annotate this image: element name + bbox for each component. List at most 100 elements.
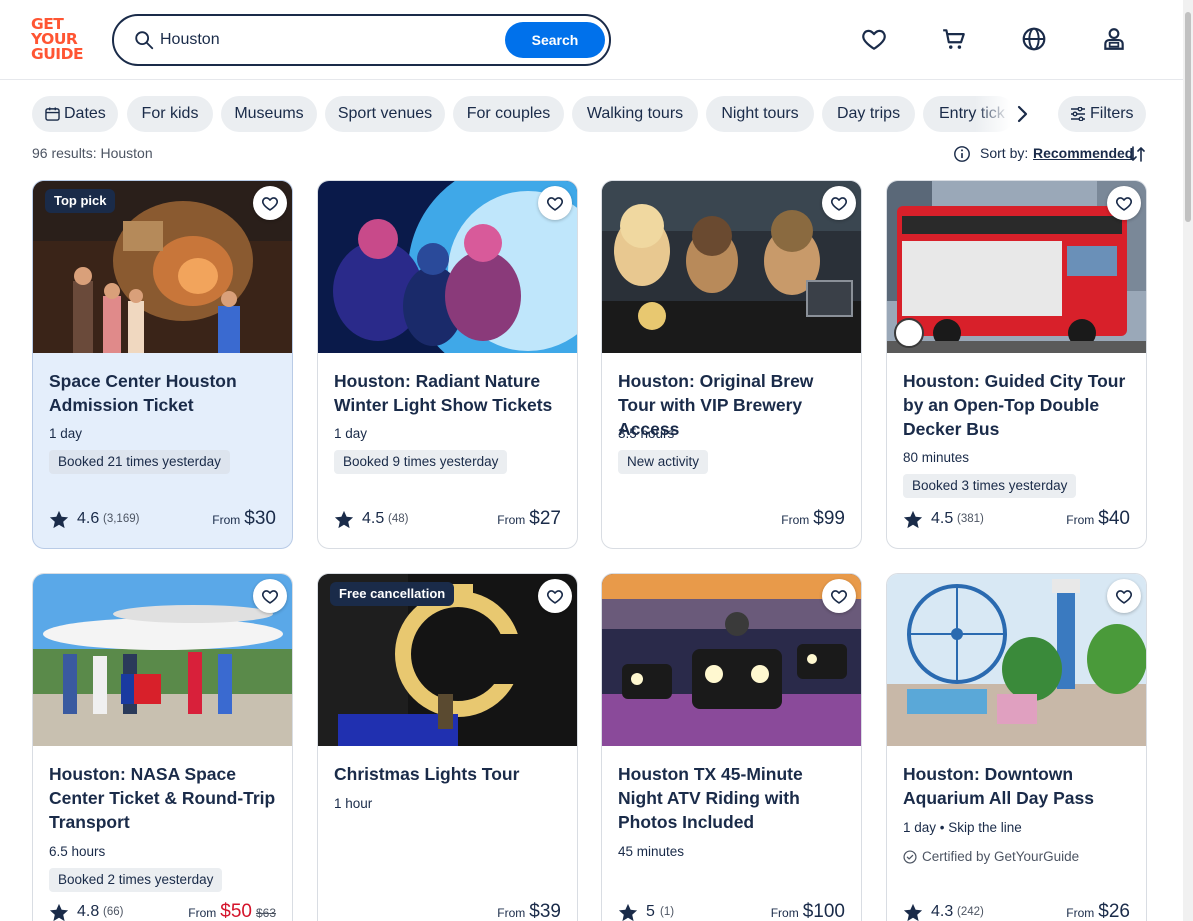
price-amount: $30 (244, 508, 276, 529)
price-from-label: From (770, 906, 799, 920)
star-icon (49, 510, 69, 529)
chip-for-couples[interactable]: For couples (453, 96, 564, 132)
activity-title[interactable]: Space Center Houston Admission Ticket (49, 369, 281, 417)
price-amount: $40 (1098, 508, 1130, 529)
price: From $100 (771, 901, 845, 921)
booked-badge: Booked 2 times yesterday (49, 868, 223, 892)
activity-card[interactable]: Houston: NASA Space Center Ticket & Roun… (32, 573, 293, 921)
booked-badge: Booked 21 times yesterday (49, 450, 230, 474)
info-icon[interactable] (953, 145, 971, 163)
activity-duration: 6.5 hours (49, 844, 106, 859)
activity-duration: 1 hour (334, 796, 373, 811)
activity-title[interactable]: Houston: NASA Space Center Ticket & Roun… (49, 762, 281, 834)
heart-icon (547, 590, 563, 604)
calendar-icon (45, 107, 60, 121)
cart-icon[interactable] (941, 26, 967, 52)
sort-value[interactable]: Recommended (1033, 145, 1133, 161)
top-header: GET YOUR GUIDE Search (0, 0, 1193, 80)
wishlist-button[interactable] (822, 579, 856, 613)
price-from-label: From (1066, 906, 1095, 920)
booked-badge: Booked 3 times yesterday (903, 474, 1077, 498)
chip-for-kids[interactable]: For kids (127, 96, 213, 132)
heart-icon (1116, 590, 1132, 604)
review-count: (66) (103, 906, 124, 918)
heart-icon (547, 197, 563, 211)
search-button[interactable]: Search (505, 22, 605, 58)
activity-card[interactable]: Houston: Guided City Tour by an Open-Top… (886, 180, 1147, 549)
review-count: (3,169) (103, 513, 140, 525)
chip-night-tours[interactable]: Night tours (706, 96, 814, 132)
heart-icon (1116, 197, 1132, 211)
price-amount: $39 (529, 901, 561, 921)
star-icon (334, 510, 354, 529)
rating-value: 4.8 (77, 903, 100, 920)
price: From $99 (781, 508, 845, 534)
activity-duration: 1 day • Skip the line (903, 820, 1022, 835)
heart-icon[interactable] (861, 26, 887, 52)
wishlist-button[interactable] (1107, 186, 1141, 220)
activity-duration: 1 day (334, 426, 368, 441)
rating-value: 5 (646, 903, 655, 920)
activity-title[interactable]: Houston: Guided City Tour by an Open-Top… (903, 369, 1135, 441)
star-icon (903, 510, 923, 529)
filters-button[interactable]: Filters (1058, 96, 1146, 132)
chip-day-trips[interactable]: Day trips (822, 96, 915, 132)
chevron-right-icon[interactable] (1010, 102, 1034, 126)
activity-duration: 3.5 hours (618, 426, 675, 441)
globe-icon[interactable] (1021, 26, 1047, 52)
activity-duration: 45 minutes (618, 844, 685, 859)
price: From $30 (212, 508, 276, 534)
review-count: (242) (957, 906, 984, 918)
chip-dates[interactable]: Dates (32, 96, 118, 132)
price: From $50 $63 (188, 901, 276, 921)
certified-text: Certified by GetYourGuide (922, 849, 1080, 864)
wishlist-button[interactable] (253, 579, 287, 613)
activity-card[interactable]: Houston: Original Brew Tour with VIP Bre… (601, 180, 862, 549)
sale-price: $50 (220, 901, 252, 921)
rating-value: 4.3 (931, 903, 954, 920)
sort-label: Sort by: (980, 145, 1029, 161)
price: From $40 (1066, 508, 1130, 534)
search-input[interactable] (160, 25, 490, 55)
activity-card[interactable]: Houston TX 45-Minute Night ATV Riding wi… (601, 573, 862, 921)
review-count: (1) (660, 906, 675, 918)
heart-icon (262, 197, 278, 211)
price-from-label: From (1066, 513, 1095, 527)
wishlist-button[interactable] (1107, 579, 1141, 613)
user-icon[interactable] (1101, 26, 1127, 52)
price-amount: $100 (802, 901, 845, 921)
price: From $27 (497, 508, 561, 534)
activity-card[interactable]: Houston: Downtown Aquarium All Day Pass … (886, 573, 1147, 921)
wishlist-button[interactable] (538, 186, 572, 220)
price-from-label: From (188, 906, 217, 920)
heart-icon (831, 197, 847, 211)
activity-title[interactable]: Houston TX 45-Minute Night ATV Riding wi… (618, 762, 850, 834)
original-price: $63 (255, 906, 276, 920)
wishlist-button[interactable] (253, 186, 287, 220)
price-amount: $26 (1098, 901, 1130, 921)
chip-walking-tours[interactable]: Walking tours (572, 96, 698, 132)
filters-label: Filters (1090, 105, 1134, 122)
sort-arrows-icon[interactable] (1128, 144, 1146, 164)
activity-title[interactable]: Houston: Downtown Aquarium All Day Pass (903, 762, 1135, 810)
heart-icon (262, 590, 278, 604)
page-scrollbar-thumb[interactable] (1185, 12, 1191, 222)
chip-museums[interactable]: Museums (221, 96, 317, 132)
rating-value: 4.5 (931, 510, 954, 527)
sliders-icon (1071, 107, 1085, 121)
chip-sport-venues[interactable]: Sport venues (325, 96, 445, 132)
activity-title[interactable]: Houston: Radiant Nature Winter Light Sho… (334, 369, 566, 417)
review-count: (381) (957, 513, 984, 525)
wishlist-button[interactable] (822, 186, 856, 220)
getyourguide-logo[interactable]: GET YOUR GUIDE (31, 16, 91, 63)
price-amount: $27 (529, 508, 561, 529)
wishlist-button[interactable] (538, 579, 572, 613)
top-pick-badge: Top pick (45, 189, 116, 213)
activity-title[interactable]: Christmas Lights Tour (334, 762, 566, 786)
chip-label: Dates (64, 105, 106, 122)
activity-card[interactable]: Top pick Space Center Houston Admission … (32, 180, 293, 549)
price: From $39 (497, 901, 561, 921)
activity-card[interactable]: Houston: Radiant Nature Winter Light Sho… (317, 180, 578, 549)
price-from-label: From (212, 513, 241, 527)
activity-card[interactable]: Free cancellation Christmas Lights Tour … (317, 573, 578, 921)
